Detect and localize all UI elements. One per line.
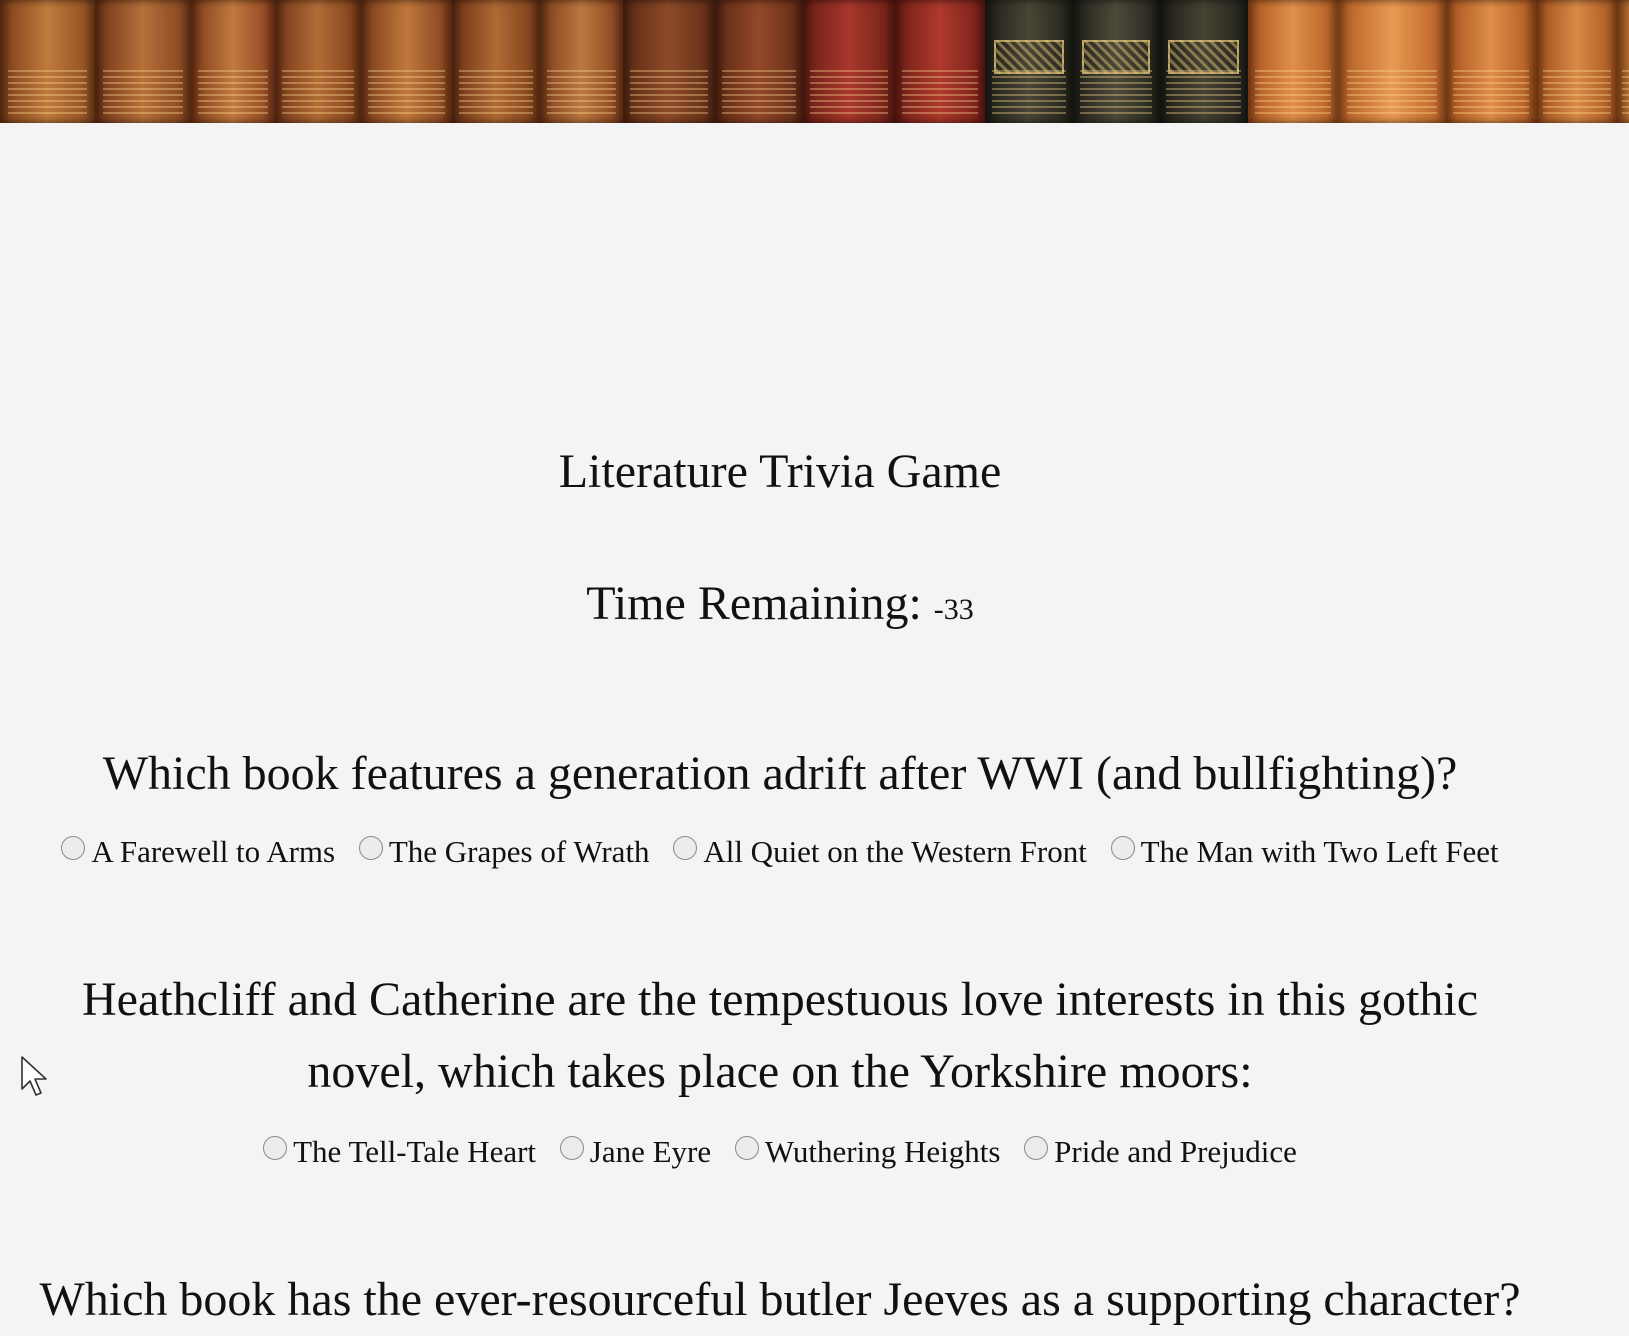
bookshelf-banner bbox=[0, 0, 1629, 123]
answer-label: All Quiet on the Western Front bbox=[703, 834, 1087, 869]
book-spine bbox=[1159, 0, 1248, 123]
book-spine bbox=[1446, 0, 1536, 123]
book-spine bbox=[623, 0, 715, 123]
answer-option[interactable]: The Tell-Tale Heart bbox=[263, 1136, 536, 1167]
answer-option[interactable]: Wuthering Heights bbox=[734, 1134, 1001, 1169]
book-spine bbox=[1536, 0, 1618, 123]
book-spine bbox=[803, 0, 895, 123]
timer-label: Time Remaining: bbox=[586, 577, 922, 630]
answer-label: Jane Eyre bbox=[589, 1134, 712, 1169]
radio-button[interactable] bbox=[559, 1136, 584, 1160]
book-spine bbox=[361, 0, 452, 123]
answer-label: The Tell-Tale Heart bbox=[293, 1134, 537, 1169]
book-spine bbox=[895, 0, 985, 123]
book-spine bbox=[1073, 0, 1159, 123]
book-spine bbox=[0, 0, 95, 123]
timer-value: -33 bbox=[933, 593, 974, 626]
answer-option[interactable]: The Grapes of Wrath bbox=[358, 834, 650, 869]
page-title: Literature Trivia Game bbox=[558, 445, 1002, 498]
radio-button[interactable] bbox=[358, 836, 383, 860]
answer-label: The Man with Two Left Feet bbox=[1140, 834, 1499, 869]
answer-option[interactable]: All Quiet on the Western Front bbox=[673, 836, 1087, 867]
timer: Time Remaining: -33 bbox=[0, 580, 1560, 628]
question-text: Heathcliff and Catherine are the tempest… bbox=[81, 973, 1479, 1098]
answer-option[interactable]: Pride and Prejudice bbox=[1024, 1136, 1297, 1167]
book-spine bbox=[95, 0, 191, 123]
answer-option[interactable]: A Farewell to Arms bbox=[61, 836, 335, 867]
question-text: Which book has the ever-resourceful butl… bbox=[39, 1273, 1521, 1326]
question-text: Which book features a generation adrift … bbox=[102, 747, 1458, 800]
answer-option[interactable]: Jane Eyre bbox=[559, 1134, 712, 1169]
book-spine bbox=[540, 0, 623, 123]
book-spine bbox=[1618, 0, 1629, 123]
book-spine bbox=[452, 0, 540, 123]
answer-label: A Farewell to Arms bbox=[91, 834, 336, 869]
book-spine bbox=[1338, 0, 1446, 123]
mouse-cursor-icon bbox=[21, 1056, 47, 1096]
answer-label: Wuthering Heights bbox=[764, 1134, 1001, 1169]
answer-options: The Tell-Tale Heart Jane Eyre Wuthering … bbox=[0, 1136, 1560, 1167]
radio-button[interactable] bbox=[61, 836, 86, 860]
book-spine bbox=[1248, 0, 1338, 123]
answer-option[interactable]: The Man with Two Left Feet bbox=[1110, 834, 1499, 869]
answer-options: A Farewell to Arms The Grapes of Wrath A… bbox=[0, 836, 1560, 867]
book-spine bbox=[275, 0, 361, 123]
radio-button[interactable] bbox=[1110, 836, 1135, 860]
book-spine bbox=[191, 0, 275, 123]
radio-button[interactable] bbox=[1024, 1136, 1049, 1160]
book-spine bbox=[985, 0, 1073, 123]
radio-button[interactable] bbox=[734, 1136, 759, 1160]
answer-label: Pride and Prejudice bbox=[1054, 1134, 1297, 1169]
radio-button[interactable] bbox=[673, 836, 698, 860]
book-spine bbox=[715, 0, 803, 123]
radio-button[interactable] bbox=[263, 1136, 288, 1160]
answer-label: The Grapes of Wrath bbox=[388, 834, 650, 869]
